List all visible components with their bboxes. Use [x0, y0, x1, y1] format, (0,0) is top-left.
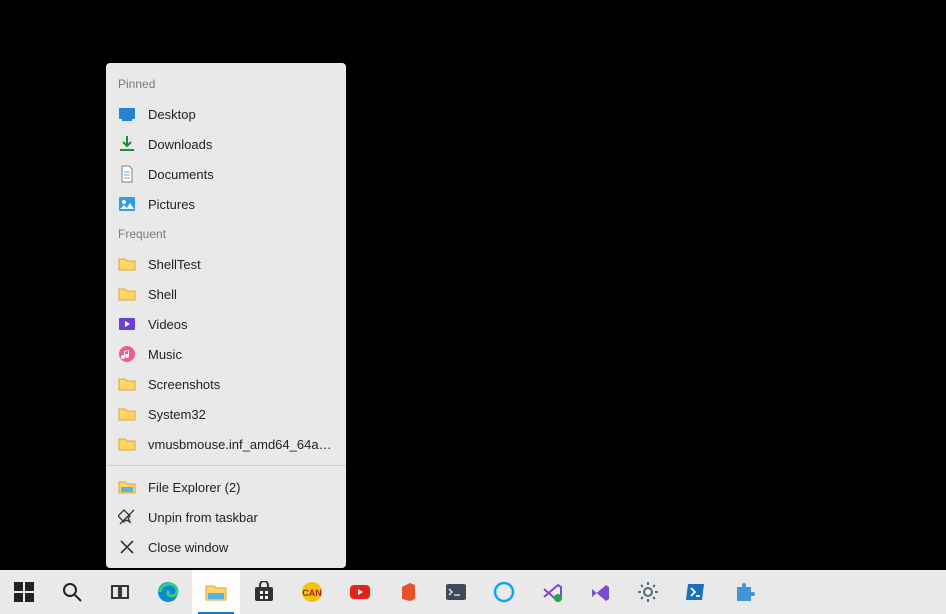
menu-item-label: Videos [148, 317, 334, 332]
youtube-button[interactable] [336, 570, 384, 614]
videos-icon [118, 315, 136, 333]
powershell-button[interactable] [672, 570, 720, 614]
vscode-button[interactable] [528, 570, 576, 614]
canary-button[interactable]: CAN [288, 570, 336, 614]
menu-item-label: Shell [148, 287, 334, 302]
folder-icon [118, 285, 136, 303]
edge-button[interactable] [144, 570, 192, 614]
jump-list-item-pictures[interactable]: Pictures [106, 189, 346, 219]
jump-list-item-music[interactable]: Music [106, 339, 346, 369]
cortana-button[interactable] [480, 570, 528, 614]
svg-text:CAN: CAN [302, 588, 322, 598]
jump-list-item-documents[interactable]: Documents [106, 159, 346, 189]
jump-list-header-frequent: Frequent [106, 219, 346, 249]
cortana-icon [493, 581, 515, 603]
windows-icon [13, 581, 35, 603]
menu-item-label: Unpin from taskbar [148, 510, 334, 525]
jump-list-item-shell[interactable]: Shell [106, 279, 346, 309]
jump-list-header-pinned: Pinned [106, 69, 346, 99]
menu-item-label: Documents [148, 167, 334, 182]
start-button[interactable] [0, 570, 48, 614]
store-button[interactable] [240, 570, 288, 614]
visualstudio-button[interactable] [576, 570, 624, 614]
jump-list-item-downloads[interactable]: Downloads [106, 129, 346, 159]
close-icon [118, 538, 136, 556]
explorer-button[interactable] [192, 570, 240, 614]
unpin-icon [118, 508, 136, 526]
menu-item-label: System32 [148, 407, 334, 422]
vs-icon [589, 581, 611, 603]
folder-icon [118, 435, 136, 453]
menu-item-label: Close window [148, 540, 334, 555]
jump-list-item-vmusbmouse[interactable]: vmusbmouse.inf_amd64_64ac7a0a... [106, 429, 346, 459]
jump-list-item-videos[interactable]: Videos [106, 309, 346, 339]
jump-list-item-screenshots[interactable]: Screenshots [106, 369, 346, 399]
jump-list-item-file-explorer[interactable]: File Explorer (2) [106, 472, 346, 502]
settings-button[interactable] [624, 570, 672, 614]
edge-icon [157, 581, 179, 603]
menu-item-label: ShellTest [148, 257, 334, 272]
explorer-icon [205, 581, 227, 603]
taskview-button[interactable] [96, 570, 144, 614]
search-icon [61, 581, 83, 603]
separator [106, 465, 346, 466]
pictures-icon [118, 195, 136, 213]
gear-icon [637, 581, 659, 603]
terminal2-icon [445, 581, 467, 603]
menu-item-label: Music [148, 347, 334, 362]
explorer-icon [118, 478, 136, 496]
desktop-icon [118, 105, 136, 123]
powershell-icon [685, 581, 707, 603]
terminal-button[interactable] [432, 570, 480, 614]
menu-item-label: Pictures [148, 197, 334, 212]
puzzle-icon [733, 581, 755, 603]
jump-list: Pinned Desktop Downloads Documents Pictu… [106, 63, 346, 568]
canary-icon: CAN [301, 581, 323, 603]
menu-item-label: Desktop [148, 107, 334, 122]
app-button[interactable] [720, 570, 768, 614]
jump-list-item-close-window[interactable]: Close window [106, 532, 346, 562]
search-button[interactable] [48, 570, 96, 614]
download-icon [118, 135, 136, 153]
jump-list-item-unpin[interactable]: Unpin from taskbar [106, 502, 346, 532]
menu-item-label: Downloads [148, 137, 334, 152]
store-icon [253, 581, 275, 603]
folder-icon [118, 405, 136, 423]
jump-list-item-shelltest[interactable]: ShellTest [106, 249, 346, 279]
menu-item-label: Screenshots [148, 377, 334, 392]
menu-item-label: vmusbmouse.inf_amd64_64ac7a0a... [148, 437, 334, 452]
document-icon [118, 165, 136, 183]
office-button[interactable] [384, 570, 432, 614]
jump-list-item-desktop[interactable]: Desktop [106, 99, 346, 129]
taskbar: CAN [0, 570, 946, 614]
jump-list-item-system32[interactable]: System32 [106, 399, 346, 429]
watermark-text: itdw.c [831, 539, 944, 570]
office-icon [397, 581, 419, 603]
taskview-icon [109, 581, 131, 603]
folder-icon [118, 255, 136, 273]
youtube-icon [349, 581, 371, 603]
music-icon [118, 345, 136, 363]
vs-code-icon [541, 581, 563, 603]
folder-icon [118, 375, 136, 393]
menu-item-label: File Explorer (2) [148, 480, 334, 495]
